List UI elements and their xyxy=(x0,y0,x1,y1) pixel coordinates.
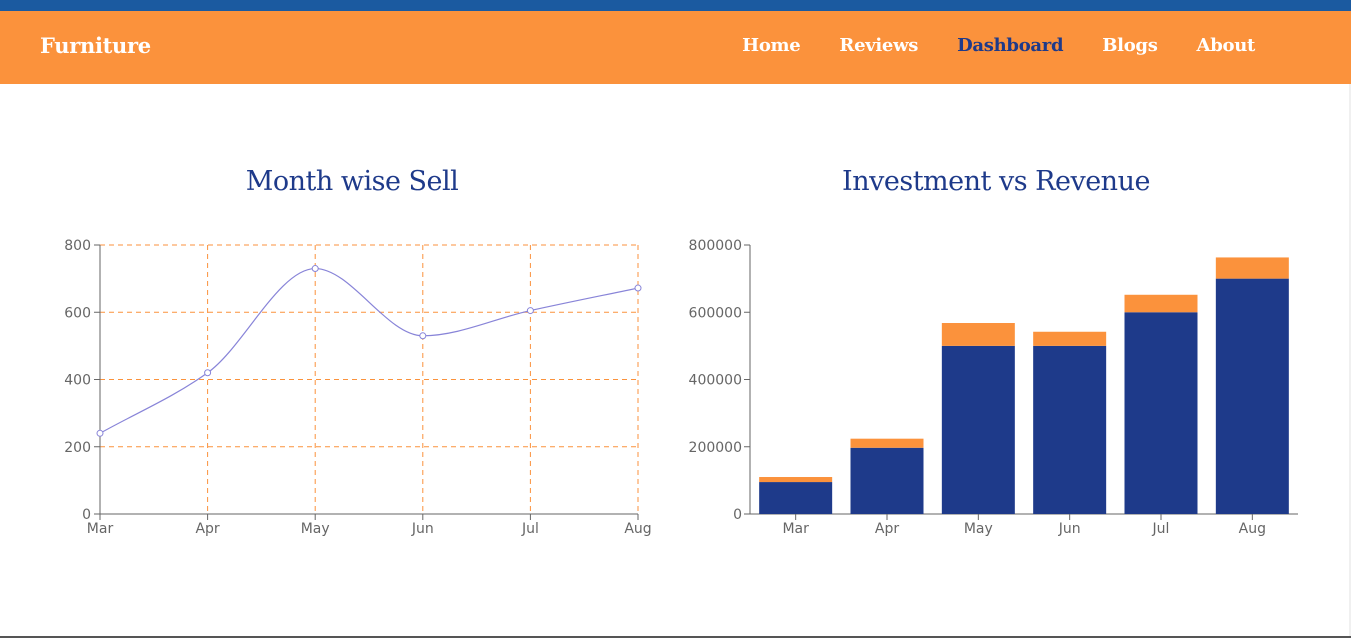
y-tick-label: 400000 xyxy=(689,373,742,389)
y-tick-label: 200000 xyxy=(689,440,742,456)
revenue-bar xyxy=(941,323,1015,346)
x-tick-label: Aug xyxy=(1239,521,1266,537)
x-tick-label: Mar xyxy=(782,521,809,537)
investment-bar xyxy=(850,447,924,514)
revenue-bar xyxy=(850,438,924,448)
investment-bar xyxy=(941,345,1015,514)
revenue-bar xyxy=(1033,331,1107,346)
investment-bar xyxy=(1124,312,1198,514)
investment-revenue-chart: 0 200000 400000 600000 800000 Mar Apr May Jun Jul… xyxy=(689,238,1298,537)
investment-bar xyxy=(1215,278,1289,514)
revenue-bar xyxy=(1215,257,1289,279)
revenue-bar xyxy=(759,477,833,483)
x-tick-label: Jun xyxy=(1058,521,1081,537)
x-tick-label: Apr xyxy=(875,521,899,537)
y-tick-label: 800000 xyxy=(689,238,742,254)
y-tick-label: 600000 xyxy=(689,305,742,321)
investment-bar xyxy=(1033,345,1107,514)
revenue-bar xyxy=(1124,294,1198,313)
investment-bar xyxy=(759,482,833,514)
x-tick-label: Jul xyxy=(1152,521,1170,537)
x-tick-label: May xyxy=(964,521,993,537)
y-tick-label: 0 xyxy=(733,507,742,523)
